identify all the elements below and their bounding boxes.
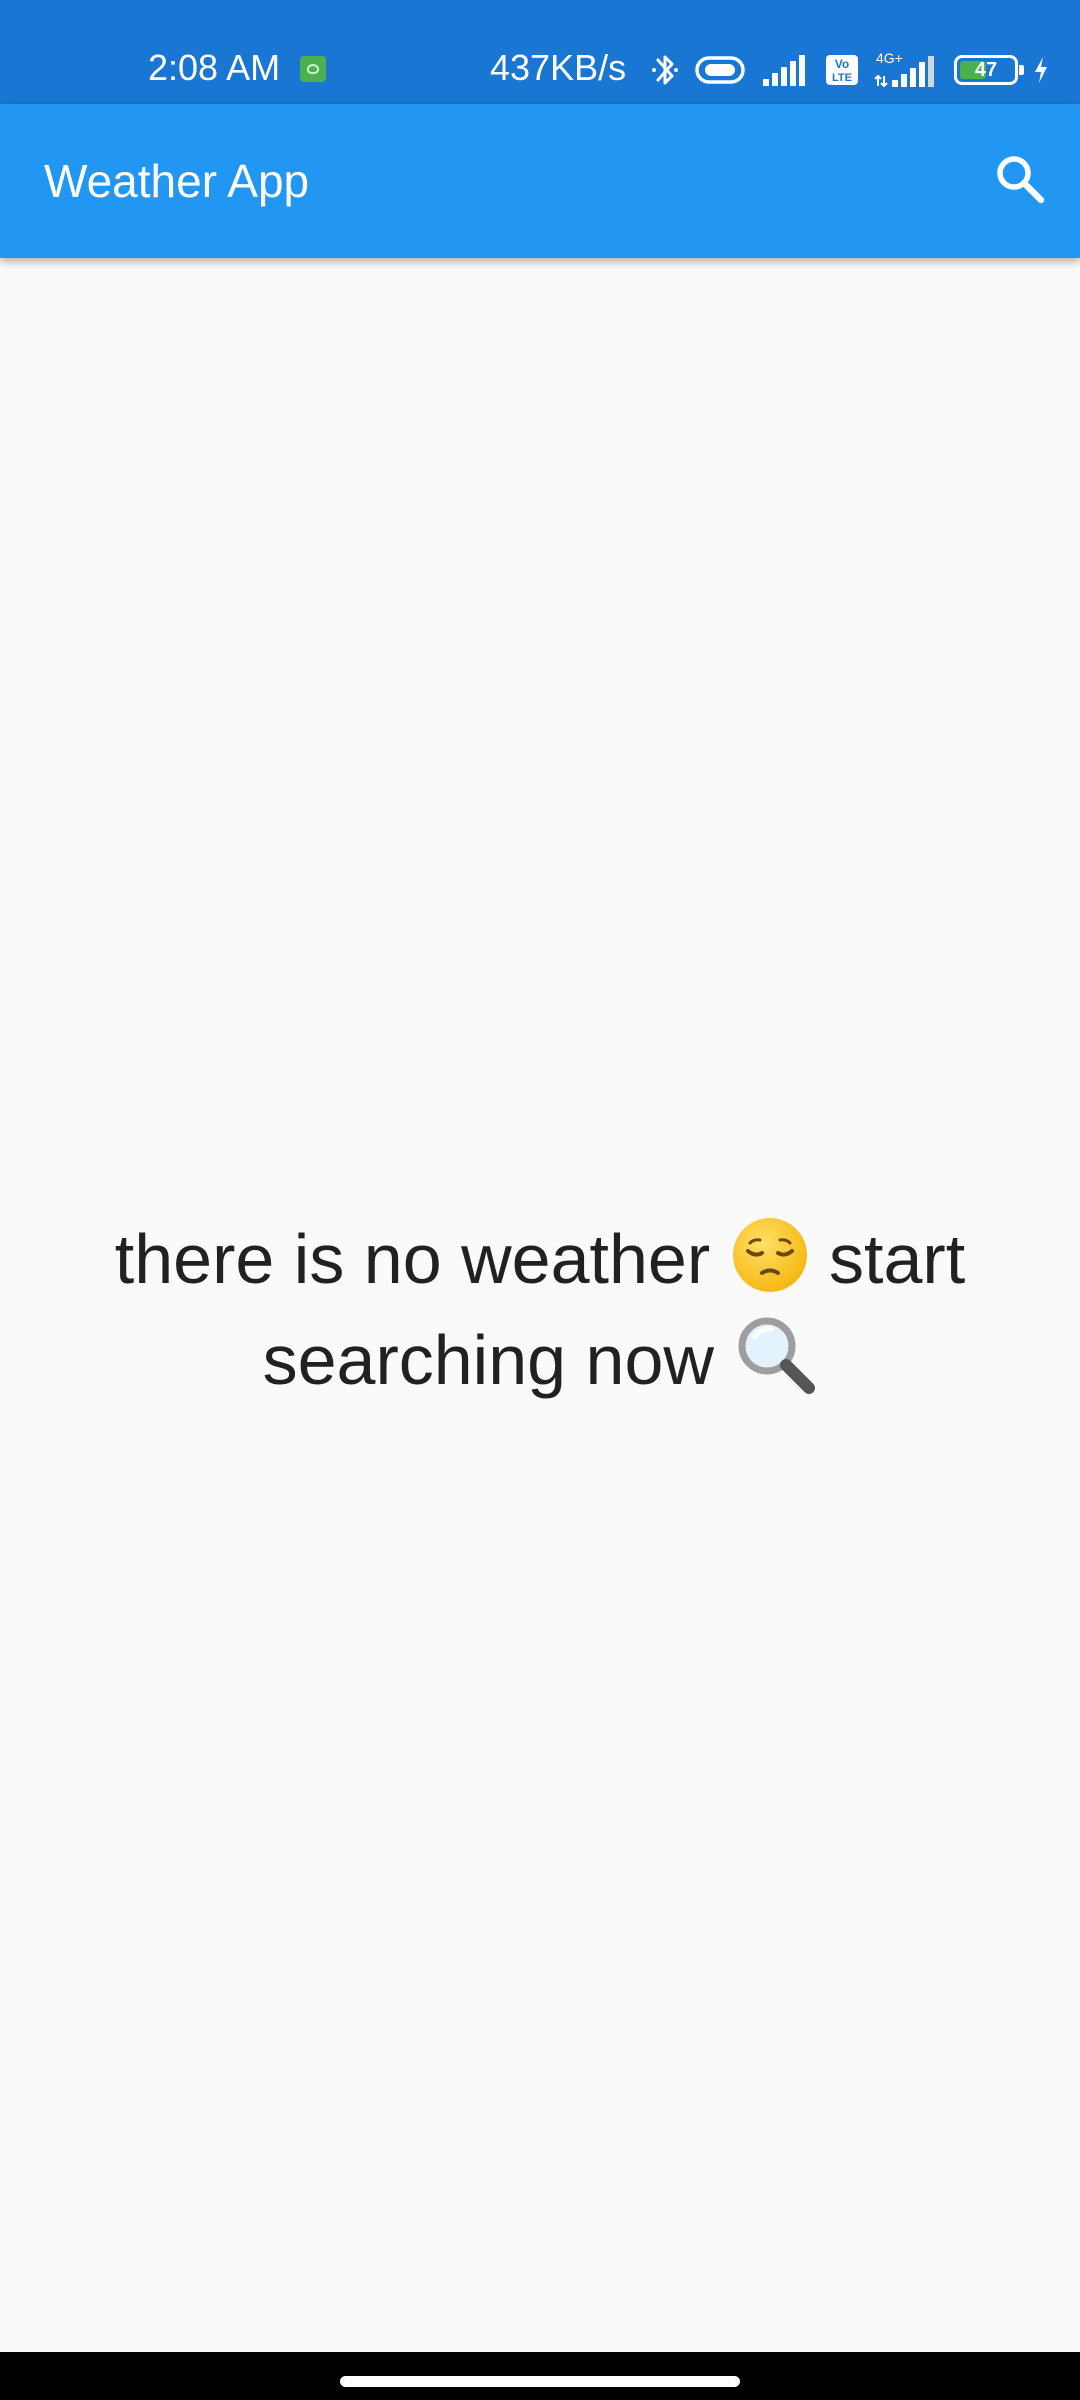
link-icon bbox=[694, 52, 748, 88]
search-button[interactable] bbox=[980, 141, 1060, 221]
charging-icon bbox=[1032, 55, 1050, 85]
sad-face-icon bbox=[730, 1215, 810, 1312]
search-icon bbox=[993, 152, 1047, 211]
navigation-bar bbox=[0, 2352, 1080, 2400]
battery-level: 47 bbox=[974, 59, 998, 81]
signal-icon bbox=[762, 53, 810, 87]
app-title: Weather App bbox=[44, 155, 310, 207]
magnifier-icon bbox=[733, 1312, 817, 1413]
bluetooth-icon bbox=[650, 50, 680, 90]
empty-text-part1: there is no weather bbox=[114, 1220, 711, 1298]
battery-icon: 47 bbox=[954, 55, 1024, 85]
app-notification-icon bbox=[300, 56, 326, 82]
volte-icon: Vo LTE bbox=[824, 53, 860, 87]
app-bar: Weather App bbox=[0, 104, 1080, 258]
home-gesture-handle[interactable] bbox=[340, 2376, 740, 2387]
status-icons: Vo LTE 4G+ 47 bbox=[650, 48, 1050, 92]
svg-text:Vo: Vo bbox=[835, 57, 849, 71]
empty-state-message: there is no weather start searching now bbox=[60, 1215, 1020, 1413]
4g-signal-icon: 4G+ bbox=[874, 50, 940, 90]
svg-text:LTE: LTE bbox=[832, 72, 852, 84]
svg-text:4G+: 4G+ bbox=[876, 50, 903, 66]
status-bar: 2:08 AM 437KB/s Vo LTE 4G+ 47 bbox=[0, 0, 1080, 104]
